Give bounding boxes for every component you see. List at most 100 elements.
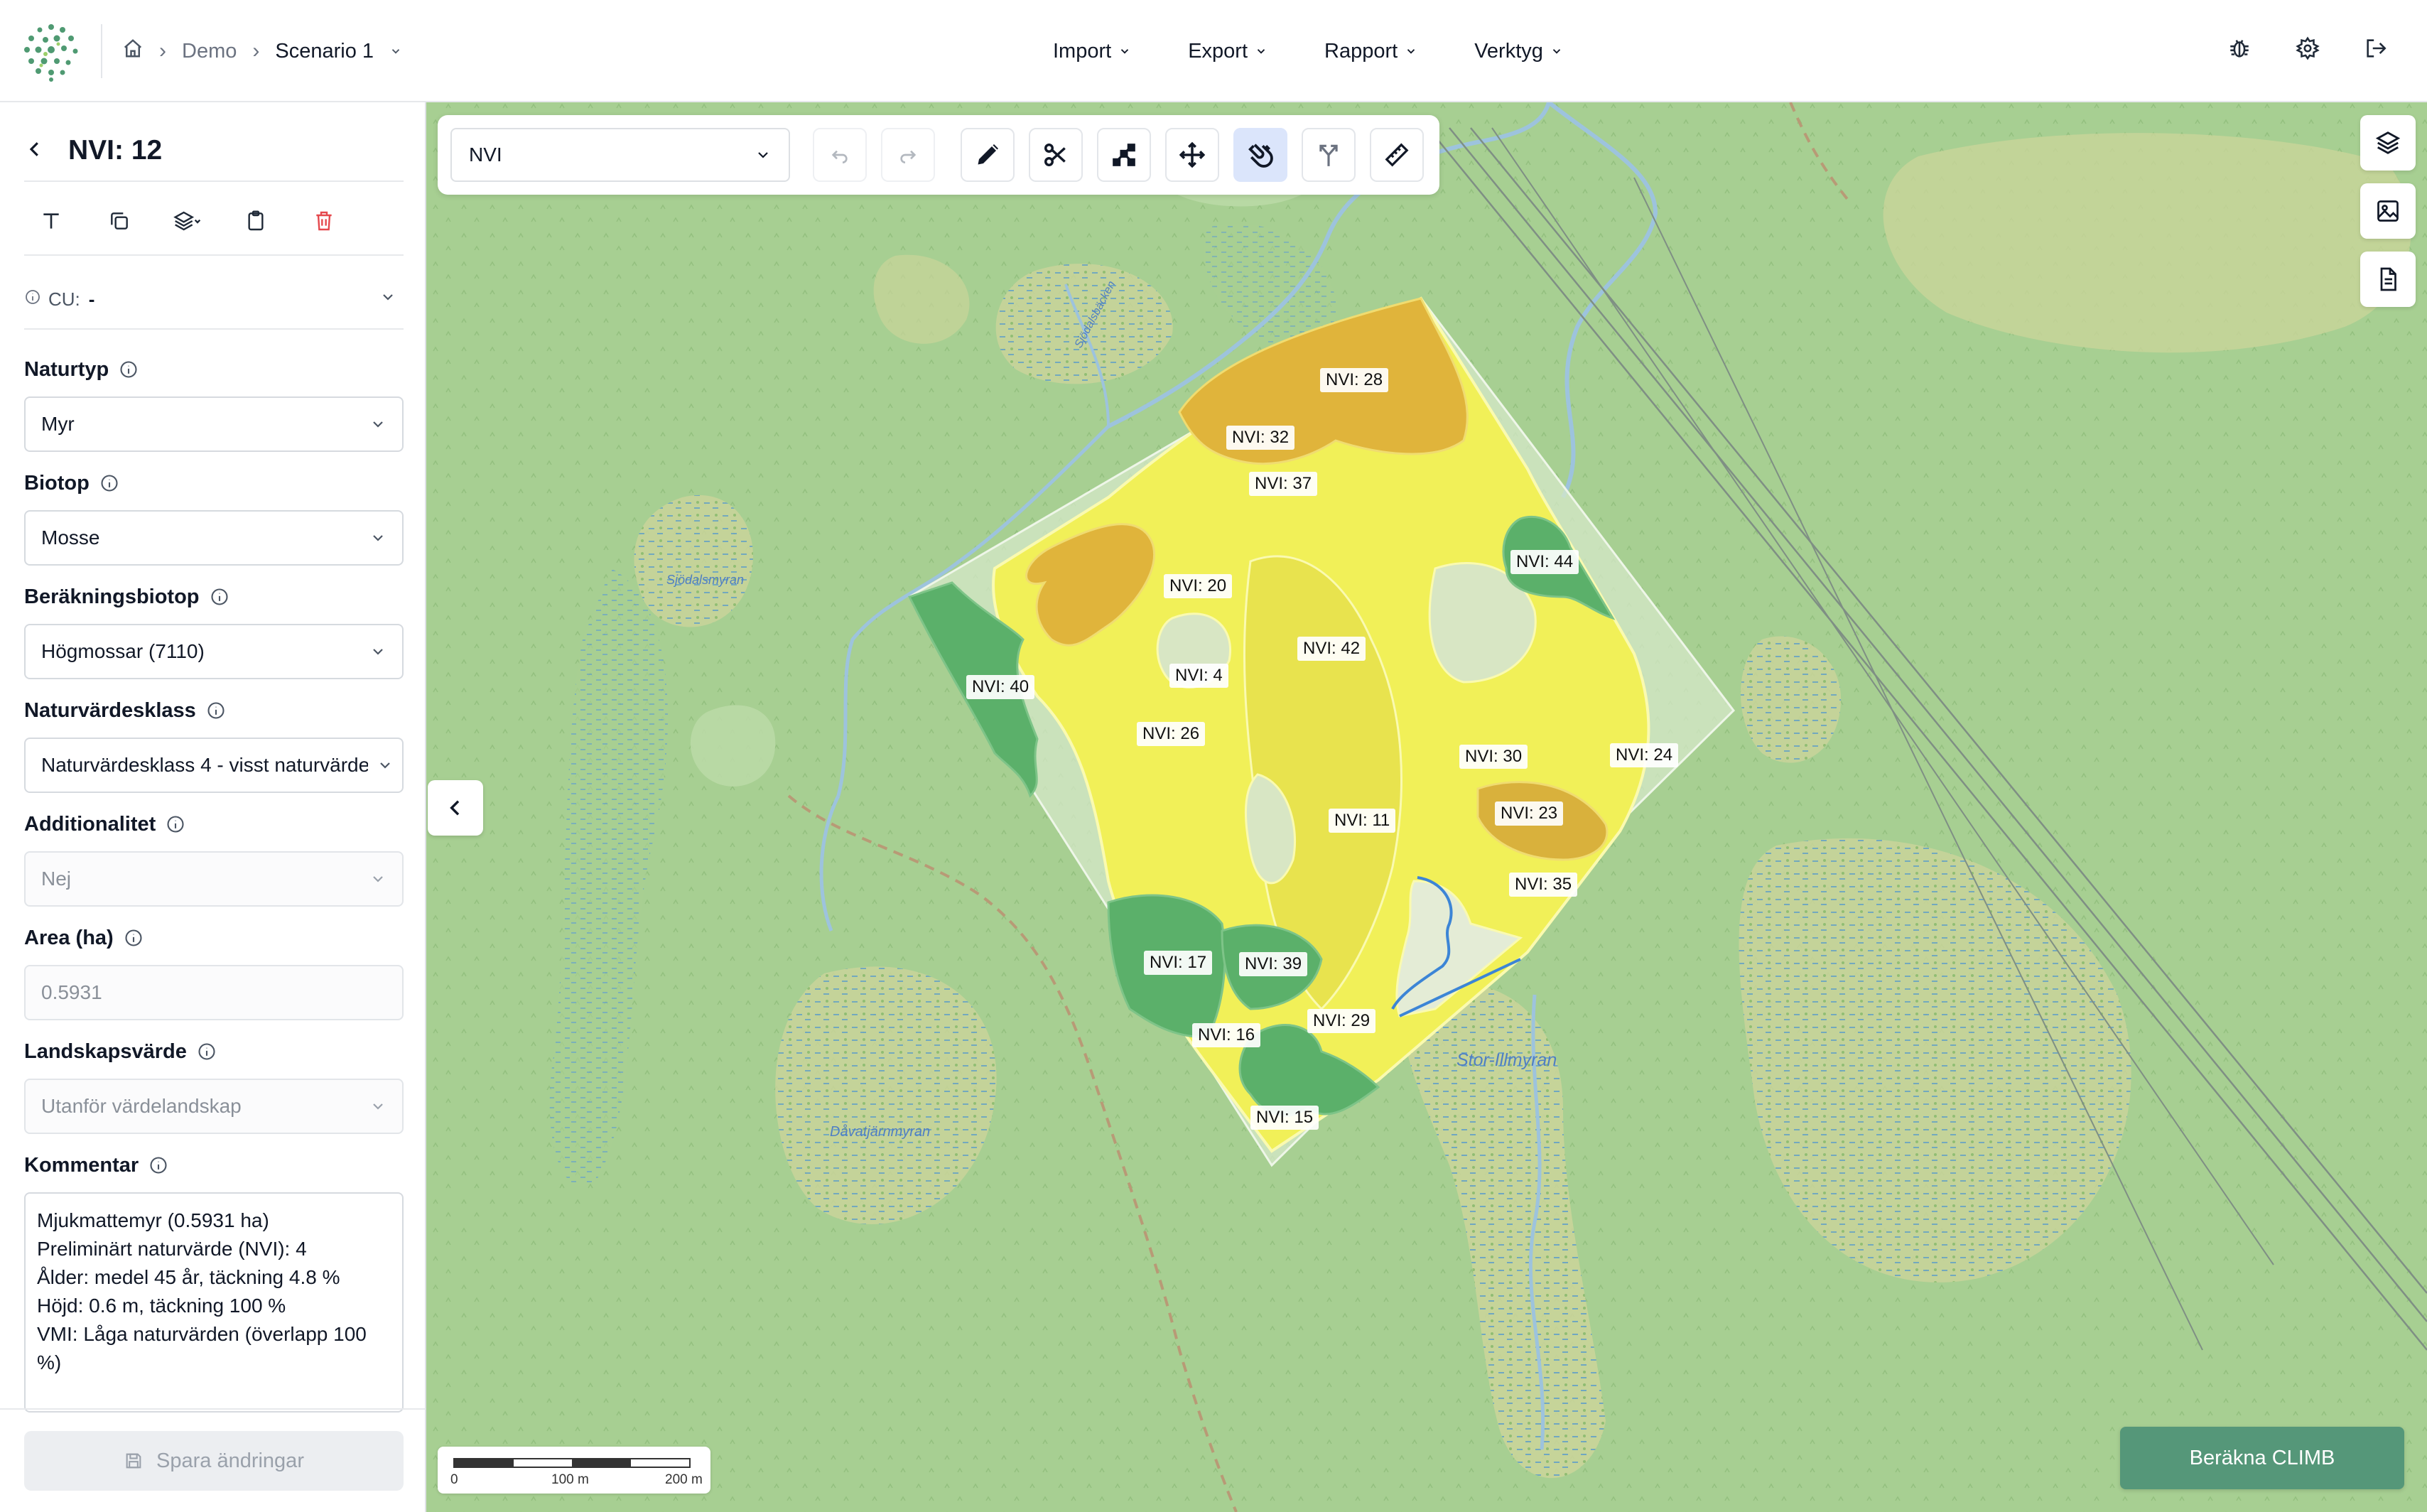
landskapsvarde-select[interactable]: Utanför värdelandskap xyxy=(24,1079,404,1134)
info-icon[interactable] xyxy=(119,360,139,379)
chevron-down-icon xyxy=(379,288,396,310)
berakningsbiotop-field: Beräkningsbiotop Högmossar (7110) xyxy=(24,583,404,679)
naturvardesklass-select[interactable]: Naturvärdesklass 4 - visst naturvärde xyxy=(24,738,404,793)
breadcrumb-project[interactable]: Demo xyxy=(182,40,237,63)
biotop-label: Biotop xyxy=(24,471,90,495)
chevron-down-icon xyxy=(1407,49,1415,54)
menu-verktyg[interactable]: Verktyg xyxy=(1474,40,1563,63)
home-icon[interactable] xyxy=(122,38,144,65)
logo-icon[interactable] xyxy=(20,20,82,82)
info-icon[interactable] xyxy=(148,1155,168,1175)
polygon-label[interactable]: NVI: 35 xyxy=(1509,873,1578,897)
place-label: Sjödalsmyran xyxy=(666,573,745,587)
ruler-icon xyxy=(1385,143,1409,167)
biotop-field: Biotop Mosse xyxy=(24,469,404,566)
polygon-label[interactable]: NVI: 15 xyxy=(1250,1106,1319,1130)
menu-import[interactable]: Import xyxy=(1053,40,1131,63)
menu-rapport[interactable]: Rapport xyxy=(1324,40,1417,63)
back-icon[interactable] xyxy=(24,139,45,163)
gear-icon[interactable] xyxy=(2292,33,2323,64)
topbar-divider xyxy=(101,24,102,78)
polygon-label[interactable]: NVI: 28 xyxy=(1320,368,1389,392)
chevron-left-icon xyxy=(450,800,460,816)
polygon-label[interactable]: NVI: 40 xyxy=(966,675,1035,699)
kommentar-textarea[interactable]: Mjukmattemyr (0.5931 ha) Preliminärt nat… xyxy=(24,1192,404,1413)
cu-selector[interactable]: CU: - xyxy=(24,270,404,330)
polygon-label[interactable]: NVI: 44 xyxy=(1510,550,1579,574)
polygon-label[interactable]: NVI: 39 xyxy=(1239,952,1308,976)
cut-button[interactable] xyxy=(1029,128,1083,182)
polygon-label[interactable]: NVI: 11 xyxy=(1329,809,1396,833)
polygon-label[interactable]: NVI: 26 xyxy=(1137,722,1206,746)
merge-button[interactable] xyxy=(1302,128,1356,182)
scale-bar: 0 100 m 200 m xyxy=(438,1447,710,1494)
layers-dropdown-icon[interactable] xyxy=(172,205,203,237)
chevron-down-icon xyxy=(373,876,383,882)
polygon-label[interactable]: NVI: 30 xyxy=(1459,745,1528,769)
chevron-down-icon xyxy=(373,649,383,655)
polygon-label[interactable]: NVI: 16 xyxy=(1192,1023,1261,1047)
area-label: Area (ha) xyxy=(24,926,114,949)
chevron-down-icon xyxy=(373,535,383,541)
info-icon[interactable] xyxy=(99,473,119,493)
document-button[interactable] xyxy=(2360,252,2416,307)
polygon-label[interactable]: NVI: 23 xyxy=(1495,801,1564,826)
polygon-label[interactable]: NVI: 20 xyxy=(1164,574,1233,598)
menu-export[interactable]: Export xyxy=(1188,40,1267,63)
breadcrumb-scenario[interactable]: Scenario 1 xyxy=(275,40,374,63)
polygon-label[interactable]: NVI: 32 xyxy=(1226,426,1295,450)
layer-select[interactable]: NVI xyxy=(450,128,790,182)
area-input[interactable]: 0.5931 xyxy=(24,965,404,1020)
vertex-icon xyxy=(1113,144,1135,166)
sidebar-header: NVI: 12 xyxy=(24,128,404,182)
polygon-label[interactable]: NVI: 42 xyxy=(1297,637,1366,661)
map-canvas[interactable] xyxy=(426,102,2427,1512)
vertex-edit-button[interactable] xyxy=(1097,128,1151,182)
cu-label: CU: xyxy=(48,288,80,310)
map-controls xyxy=(2360,115,2416,307)
move-button[interactable] xyxy=(1165,128,1219,182)
chevron-down-icon[interactable] xyxy=(389,40,402,63)
calculate-climb-button[interactable]: Beräkna CLIMB xyxy=(2120,1427,2404,1489)
chevron-down-icon xyxy=(1552,49,1561,54)
feature-sidebar: NVI: 12 CU: - Naturtyp Myr Biotop Mosse … xyxy=(0,102,426,1512)
redo-button[interactable] xyxy=(881,128,935,182)
bug-icon[interactable] xyxy=(2224,33,2255,64)
additionalitet-select[interactable]: Nej xyxy=(24,851,404,907)
polygon-label[interactable]: NVI: 4 xyxy=(1169,664,1228,688)
draw-button[interactable] xyxy=(961,128,1015,182)
polygon-label[interactable]: NVI: 24 xyxy=(1610,743,1679,767)
map-view[interactable]: Sjödalsmyran Dåvatjärnmyran Stor-Illmyra… xyxy=(426,102,2427,1512)
save-button[interactable]: Spara ändringar xyxy=(24,1431,404,1491)
place-label: Stor-Illmyran xyxy=(1456,1050,1557,1070)
breadcrumb: › Demo › Scenario 1 xyxy=(122,33,402,70)
chevron-down-icon xyxy=(373,1103,383,1110)
image-button[interactable] xyxy=(2360,183,2416,239)
clipboard-icon[interactable] xyxy=(240,205,271,237)
polygon-label[interactable]: NVI: 17 xyxy=(1144,951,1213,975)
info-icon[interactable] xyxy=(210,587,229,607)
naturtyp-select[interactable]: Myr xyxy=(24,396,404,452)
logout-icon[interactable] xyxy=(2360,33,2391,64)
info-icon[interactable] xyxy=(206,701,226,720)
polygon-label[interactable]: NVI: 29 xyxy=(1307,1009,1376,1033)
polygon-label[interactable]: NVI: 37 xyxy=(1249,472,1318,496)
measure-button[interactable] xyxy=(1370,128,1424,182)
layers-button[interactable] xyxy=(2360,115,2416,171)
info-icon[interactable] xyxy=(197,1042,217,1062)
kommentar-label: Kommentar xyxy=(24,1153,139,1177)
text-icon[interactable] xyxy=(36,205,67,237)
info-icon[interactable] xyxy=(124,928,144,948)
trash-icon[interactable] xyxy=(308,205,340,237)
feature-tools xyxy=(24,188,404,256)
undo-button[interactable] xyxy=(813,128,867,182)
berakningsbiotop-select[interactable]: Högmossar (7110) xyxy=(24,624,404,679)
collapse-sidebar-button[interactable] xyxy=(428,780,483,836)
chevron-down-icon xyxy=(1257,49,1265,54)
copy-icon[interactable] xyxy=(104,205,135,237)
info-icon[interactable] xyxy=(166,814,185,834)
biotop-select[interactable]: Mosse xyxy=(24,510,404,566)
chevron-right-icon: › xyxy=(159,39,166,63)
snap-button[interactable] xyxy=(1233,128,1287,182)
scale-label-start: 0 xyxy=(450,1472,458,1487)
